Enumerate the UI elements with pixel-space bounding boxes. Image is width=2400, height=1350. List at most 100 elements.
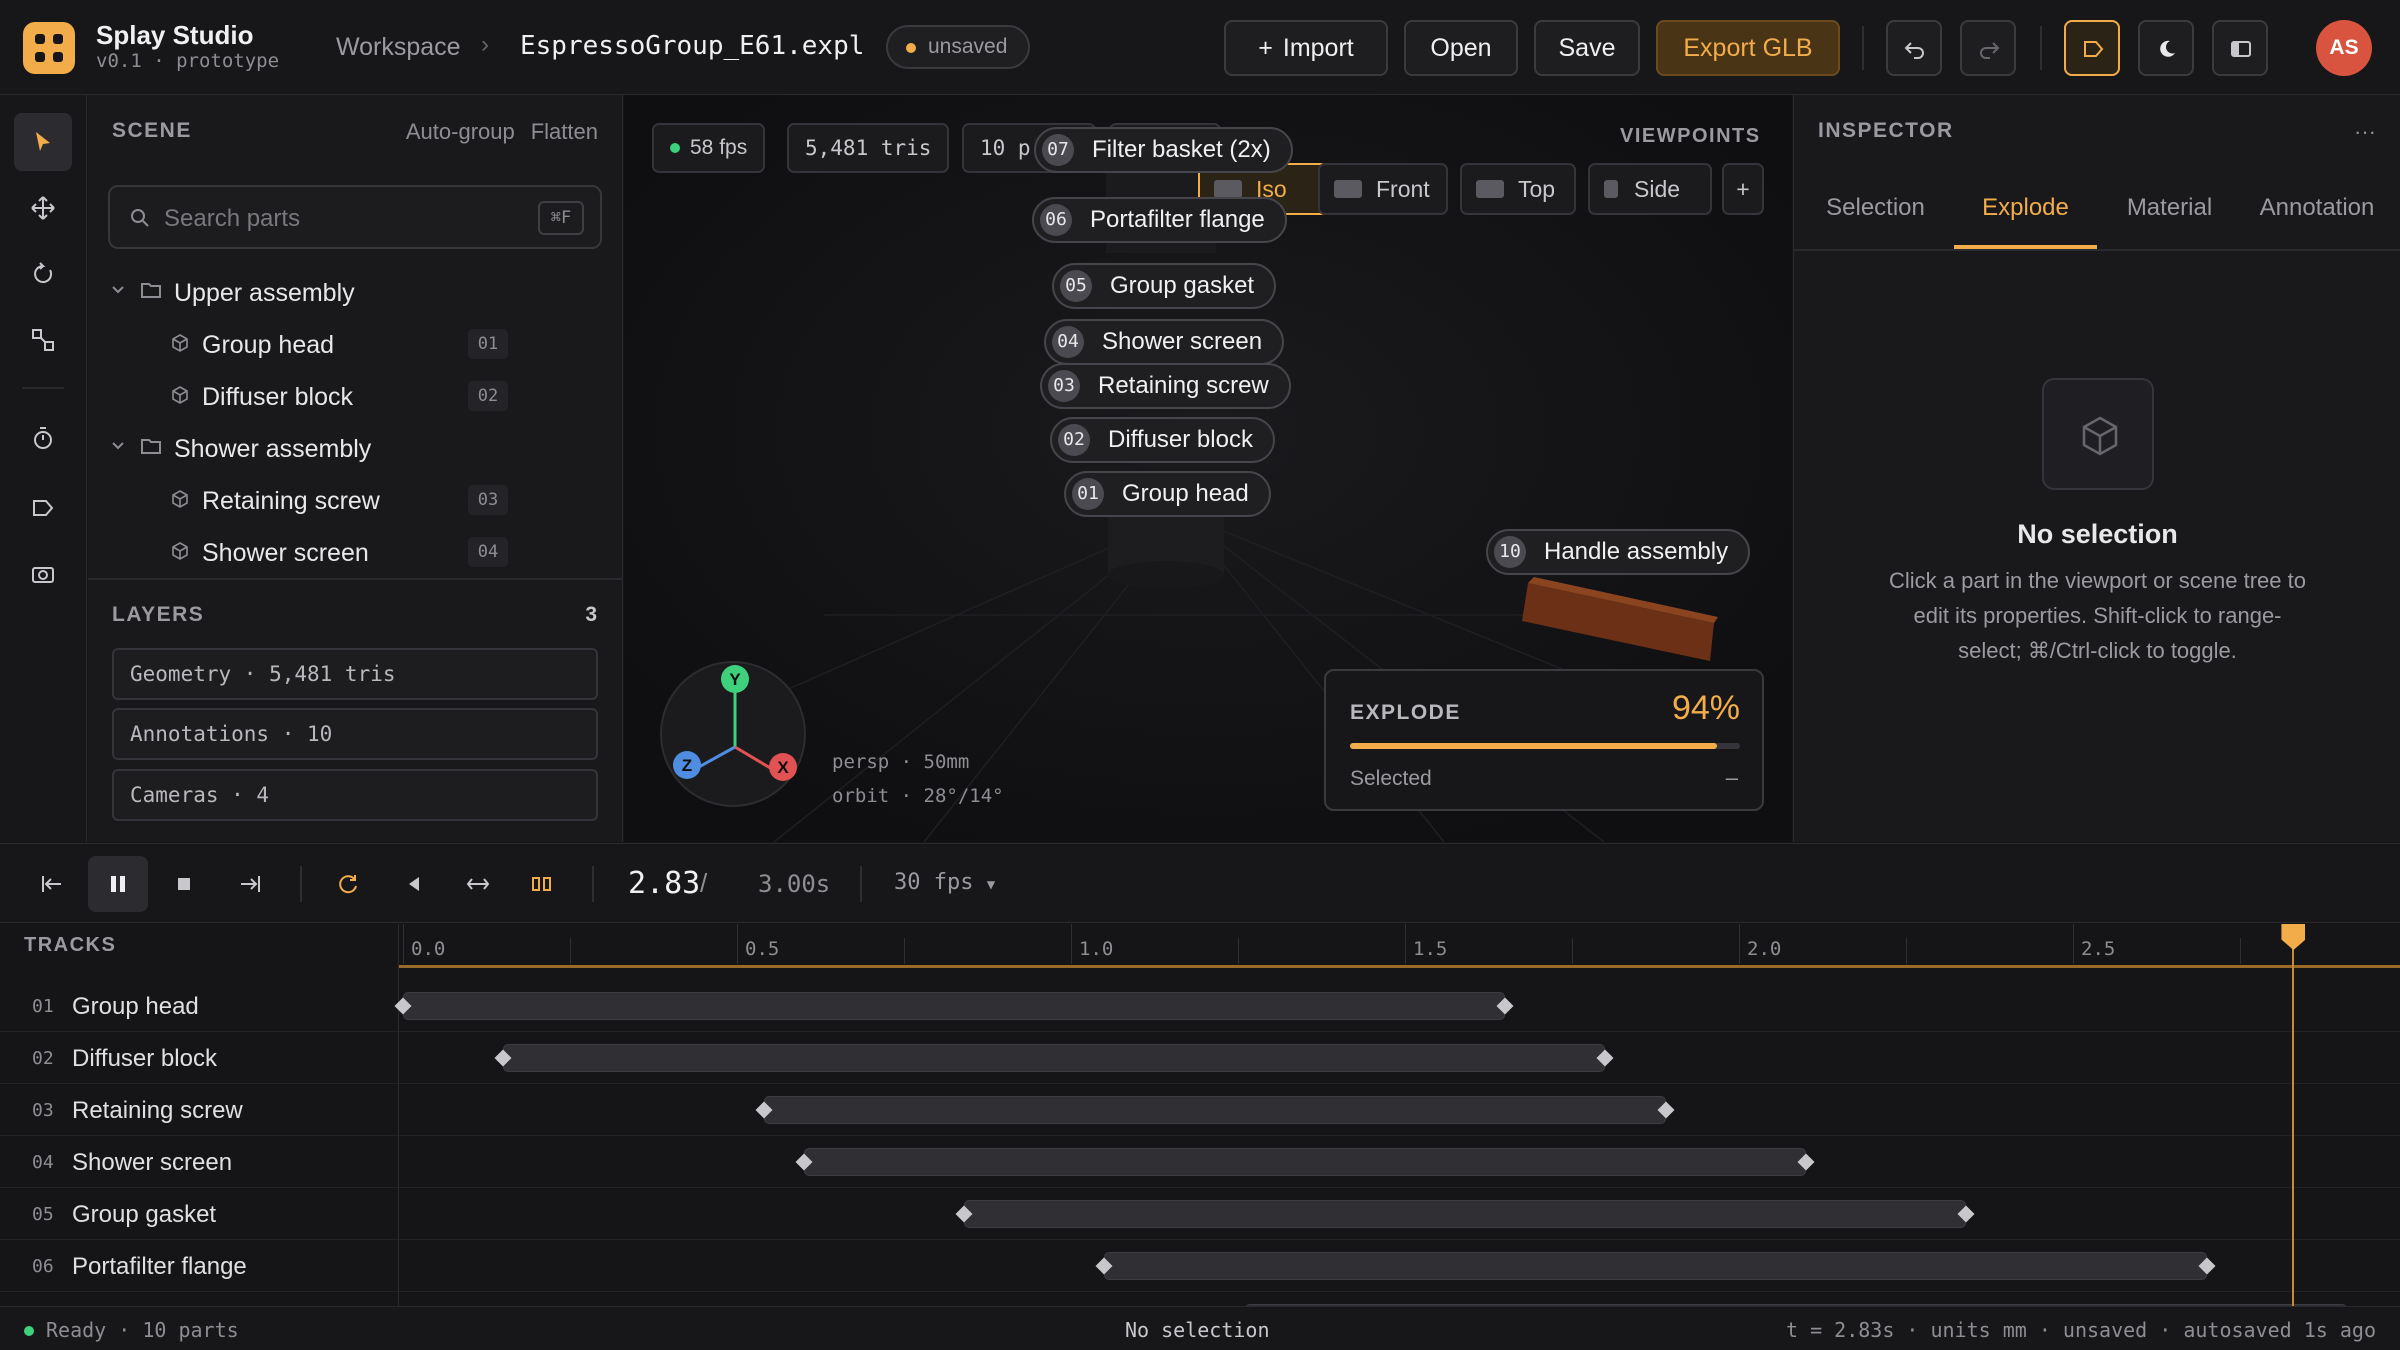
- keyframe-snap-button[interactable]: [512, 856, 572, 912]
- layer-annotations[interactable]: Annotations · 10: [112, 708, 598, 760]
- add-viewpoint-button[interactable]: +: [1722, 163, 1764, 215]
- tree-item-label: Shower screen: [202, 539, 369, 567]
- tab-annotation[interactable]: Annotation: [2242, 187, 2392, 249]
- export-glb-button[interactable]: Export GLB: [1656, 20, 1840, 76]
- ping-pong-button[interactable]: [448, 856, 508, 912]
- track-row[interactable]: 07Filter basket (2x): [0, 1292, 398, 1306]
- part-label-diffuser-block[interactable]: 02 Diffuser block: [1050, 417, 1275, 463]
- part-label-group-gasket[interactable]: 05 Group gasket: [1052, 263, 1277, 309]
- tree-group-upper-assembly[interactable]: Upper assembly: [88, 265, 623, 317]
- tree-item-group-head[interactable]: Group head 01: [88, 317, 623, 369]
- loop-icon: [339, 875, 357, 894]
- track-clip[interactable]: [503, 1044, 1606, 1072]
- rotate-tool[interactable]: [14, 245, 72, 303]
- viewpoint-top[interactable]: Top: [1460, 163, 1576, 215]
- duration[interactable]: 3.00s: [758, 870, 830, 898]
- tree-item-retaining-screw[interactable]: Retaining screw 03: [88, 473, 623, 525]
- tab-material[interactable]: Material: [2098, 187, 2241, 249]
- tree-item-diffuser-block[interactable]: Diffuser block 02: [88, 369, 623, 421]
- tag-icon: [33, 500, 54, 516]
- current-time[interactable]: 2.83: [628, 866, 700, 901]
- move-tool[interactable]: [14, 179, 72, 237]
- ruler-tick-label: 0.5: [745, 938, 780, 960]
- part-label-handle-assembly[interactable]: 10 Handle assembly: [1486, 529, 1751, 575]
- layer-geometry[interactable]: Geometry · 5,481 tris: [112, 648, 598, 700]
- go-to-start-button[interactable]: [22, 856, 82, 912]
- more-options-icon[interactable]: ···: [2354, 119, 2376, 145]
- tree-item-shower-screen[interactable]: Shower screen 04: [88, 525, 623, 577]
- track-row[interactable]: 04 Shower screen: [0, 1136, 398, 1188]
- part-label-portafilter-flange[interactable]: 06 Portafilter flange: [1032, 197, 1287, 243]
- track-clip[interactable]: [763, 1096, 1666, 1124]
- select-tool[interactable]: [14, 113, 72, 171]
- reverse-button[interactable]: [384, 856, 444, 912]
- track-number: 02: [32, 1048, 54, 1069]
- cursor-icon: [36, 132, 50, 151]
- viewpoint-side[interactable]: Side: [1588, 163, 1712, 215]
- part-icon: [172, 542, 188, 560]
- track-row[interactable]: 01 Group head: [0, 980, 398, 1032]
- track-clip[interactable]: [803, 1148, 1806, 1176]
- track-clip[interactable]: [964, 1200, 1967, 1228]
- part-label-retaining-screw[interactable]: 03 Retaining screw: [1040, 363, 1291, 409]
- ruler-subtick: [1906, 938, 1907, 964]
- explode-slider[interactable]: [1350, 743, 1740, 749]
- time-ruler[interactable]: 0.0 0.5 1.0 1.5 2.0 2.5: [399, 924, 2400, 968]
- breadcrumb-workspace[interactable]: Workspace: [336, 33, 461, 62]
- auto-group-button[interactable]: Auto-group: [406, 119, 515, 144]
- track-clip[interactable]: [1104, 1252, 2207, 1280]
- search-input[interactable]: Search parts: [164, 205, 300, 233]
- tab-explode[interactable]: Explode: [1954, 187, 2097, 249]
- search-parts-field[interactable]: Search parts ⌘F: [108, 185, 602, 249]
- track-row[interactable]: 05 Group gasket: [0, 1188, 398, 1240]
- panel-divider: [88, 578, 623, 580]
- camera-tool[interactable]: [14, 545, 72, 603]
- part-label-shower-screen[interactable]: 04 Shower screen: [1044, 319, 1285, 365]
- theme-toggle-button[interactable]: [2138, 20, 2194, 76]
- track-row[interactable]: 03 Retaining screw: [0, 1084, 398, 1136]
- user-avatar[interactable]: AS: [2316, 20, 2372, 76]
- flatten-button[interactable]: Flatten: [531, 119, 598, 144]
- track-number: 01: [32, 996, 54, 1017]
- tree-group-shower-assembly[interactable]: Shower assembly: [88, 421, 623, 473]
- import-button[interactable]: + Import: [1224, 20, 1388, 76]
- loop-button[interactable]: [318, 856, 378, 912]
- playhead[interactable]: [2292, 924, 2295, 1306]
- open-button[interactable]: Open: [1404, 20, 1518, 76]
- layer-cameras[interactable]: Cameras · 4: [112, 769, 598, 821]
- part-label-group-head[interactable]: 01 Group head: [1064, 471, 1271, 517]
- tab-selection[interactable]: Selection: [1804, 187, 1947, 249]
- explode-selected-value: –: [1725, 765, 1738, 790]
- 3d-viewport[interactable]: 58 fps 5,481 tris 10 p VIEWPOINTS Iso Fr…: [624, 95, 1792, 842]
- orientation-gizmo[interactable]: Y X Z: [660, 661, 806, 807]
- annotate-tool[interactable]: [14, 479, 72, 537]
- transport-bar: 2.83 / 3.00s 30 fps ▼: [0, 843, 2400, 923]
- toggle-panel-button[interactable]: [2212, 20, 2268, 76]
- explode-tool[interactable]: [14, 409, 72, 467]
- x-axis-label: X: [777, 758, 789, 777]
- breadcrumb-file[interactable]: EspressoGroup_E61.expl: [520, 31, 864, 61]
- triangle-count: 5,481 tris: [787, 123, 950, 173]
- redo-button[interactable]: [1960, 20, 2016, 76]
- viewpoint-front[interactable]: Front: [1318, 163, 1448, 215]
- ruler-subtick: [904, 938, 905, 964]
- redo-icon: [1980, 42, 2000, 59]
- part-label-filter-basket[interactable]: 07 Filter basket (2x): [1034, 127, 1293, 173]
- track-row[interactable]: 06 Portafilter flange: [0, 1240, 398, 1292]
- save-button[interactable]: Save: [1534, 20, 1640, 76]
- track-clip[interactable]: [403, 992, 1506, 1020]
- chevron-down-icon: [112, 286, 124, 294]
- stop-button[interactable]: [154, 856, 214, 912]
- annotation-mode-button[interactable]: [2064, 20, 2120, 76]
- ruler-tick: [737, 924, 738, 964]
- undo-button[interactable]: [1886, 20, 1942, 76]
- pause-button[interactable]: [88, 856, 148, 912]
- track-row[interactable]: 02 Diffuser block: [0, 1032, 398, 1084]
- scale-tool[interactable]: [14, 311, 72, 369]
- save-status-badge: unsaved: [886, 25, 1030, 69]
- go-to-end-button[interactable]: [220, 856, 280, 912]
- ruler-tick: [1739, 924, 1740, 964]
- fps-select[interactable]: 30 fps ▼: [894, 870, 995, 895]
- timeline-area[interactable]: 0.0 0.5 1.0 1.5 2.0 2.5: [394, 924, 2400, 1306]
- play-reverse-icon: [409, 877, 419, 891]
